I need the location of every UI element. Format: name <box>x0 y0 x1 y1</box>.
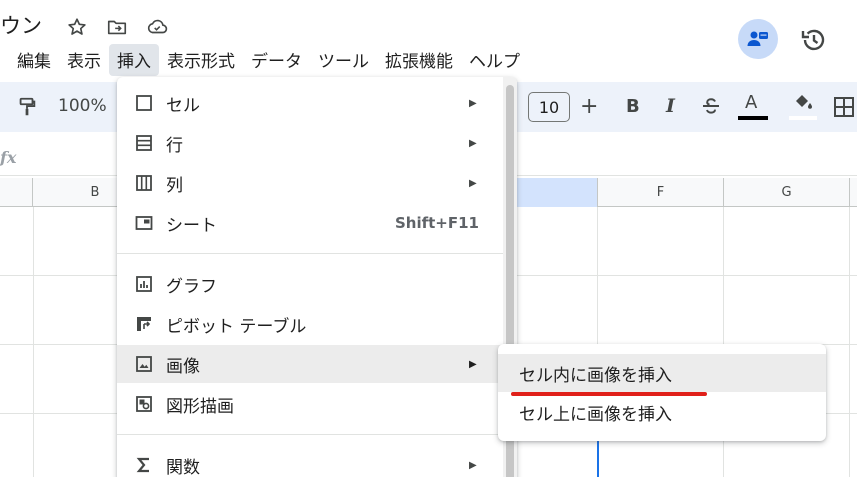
menu-format[interactable]: 表示形式 <box>159 44 243 76</box>
column-header-g[interactable]: G <box>724 178 850 207</box>
bold-icon[interactable]: B <box>626 96 640 117</box>
rows-icon <box>134 133 154 153</box>
menu-bar: 編集 表示 挿入 表示形式 データ ツール 拡張機能 ヘルプ <box>0 44 528 76</box>
increase-font-size-icon[interactable]: + <box>580 94 598 119</box>
text-color-icon[interactable]: A <box>738 90 768 122</box>
grid-line <box>849 207 850 477</box>
text-color-letter: A <box>745 92 758 113</box>
move-folder-icon[interactable] <box>106 16 128 38</box>
document-title[interactable]: ウン <box>0 10 42 40</box>
insert-image-over-cells-item[interactable]: セル上に画像を挿入 <box>498 393 826 431</box>
insert-menu-item-image[interactable]: 画像 ▶ <box>117 345 503 383</box>
submenu-label: セル内に画像を挿入 <box>519 365 672 386</box>
drawing-icon <box>134 394 154 414</box>
insert-menu-label: 関数 <box>166 457 200 477</box>
fill-color-icon[interactable] <box>789 90 817 122</box>
grid-line <box>33 207 34 477</box>
menu-data[interactable]: データ <box>243 44 310 76</box>
submenu-arrow-icon: ▶ <box>469 459 477 471</box>
shortcut-label: Shift+F11 <box>394 214 479 232</box>
font-size-input[interactable]: 10 <box>528 92 570 122</box>
borders-icon[interactable] <box>833 96 855 118</box>
text-color-swatch <box>738 116 768 120</box>
menu-divider <box>117 253 503 254</box>
insert-menu-item-rows[interactable]: 行 ▶ <box>117 124 503 162</box>
sheet-icon <box>134 213 154 233</box>
submenu-arrow-icon: ▶ <box>469 97 477 109</box>
insert-menu-label: グラフ <box>166 276 217 297</box>
fx-icon: fx <box>0 148 17 167</box>
selected-cell-border <box>597 438 599 477</box>
column-header-f-label: F <box>656 185 665 200</box>
insert-menu-label: 行 <box>166 135 183 156</box>
italic-icon[interactable]: I <box>666 95 675 117</box>
insert-menu-label: 図形描画 <box>166 396 234 417</box>
strikethrough-icon[interactable] <box>700 95 722 117</box>
column-header-f[interactable]: F <box>598 178 724 207</box>
insert-menu-label: シート <box>166 215 217 236</box>
column-header-g-label: G <box>781 185 792 200</box>
menu-divider <box>117 434 503 435</box>
menu-help[interactable]: ヘルプ <box>461 44 528 76</box>
column-header-b-label: B <box>90 185 100 200</box>
insert-menu-label: セル <box>166 95 200 116</box>
version-history-icon[interactable] <box>800 26 828 54</box>
insert-menu-label: ピボット テーブル <box>166 316 307 337</box>
zoom-select[interactable]: 100% <box>58 96 107 116</box>
cloud-saved-icon[interactable] <box>146 16 168 38</box>
insert-menu-item-cell[interactable]: セル ▶ <box>117 84 503 122</box>
submenu-arrow-icon: ▶ <box>469 177 477 189</box>
menu-tools[interactable]: ツール <box>310 44 377 76</box>
chart-icon <box>134 274 154 294</box>
insert-menu-label: 列 <box>166 175 183 196</box>
insert-menu-item-chart[interactable]: グラフ <box>117 265 503 303</box>
star-icon[interactable] <box>66 16 88 38</box>
menu-insert[interactable]: 挿入 <box>109 44 159 76</box>
insert-menu-item-columns[interactable]: 列 ▶ <box>117 164 503 202</box>
insert-menu-label: 画像 <box>166 356 200 377</box>
submenu-arrow-icon: ▶ <box>469 137 477 149</box>
menu-view[interactable]: 表示 <box>59 44 109 76</box>
column-header-a[interactable] <box>0 178 33 207</box>
insert-menu-item-pivot-table[interactable]: ピボット テーブル <box>117 305 503 343</box>
share-people-icon[interactable] <box>738 19 778 59</box>
insert-menu-item-function[interactable]: 関数 ▶ <box>117 446 503 477</box>
menu-extensions[interactable]: 拡張機能 <box>377 44 461 76</box>
menu-edit[interactable]: 編集 <box>0 44 59 76</box>
submenu-label: セル上に画像を挿入 <box>519 404 672 425</box>
annotation-underline <box>511 392 707 396</box>
sigma-icon <box>134 455 154 475</box>
insert-menu-item-sheet[interactable]: シート Shift+F11 <box>117 204 503 242</box>
cell-icon <box>134 93 154 113</box>
fill-color-swatch <box>789 116 817 120</box>
image-icon <box>134 354 154 374</box>
submenu-arrow-icon: ▶ <box>469 358 477 370</box>
insert-menu-item-drawing[interactable]: 図形描画 <box>117 385 503 423</box>
insert-menu: セル ▶ 行 ▶ 列 ▶ シート Shift+F11 グラフ ピボット テーブル… <box>117 77 517 477</box>
columns-icon <box>134 173 154 193</box>
pivot-table-icon <box>134 314 154 334</box>
paint-format-icon[interactable] <box>16 96 38 118</box>
insert-image-in-cell-item[interactable]: セル内に画像を挿入 <box>498 354 826 392</box>
